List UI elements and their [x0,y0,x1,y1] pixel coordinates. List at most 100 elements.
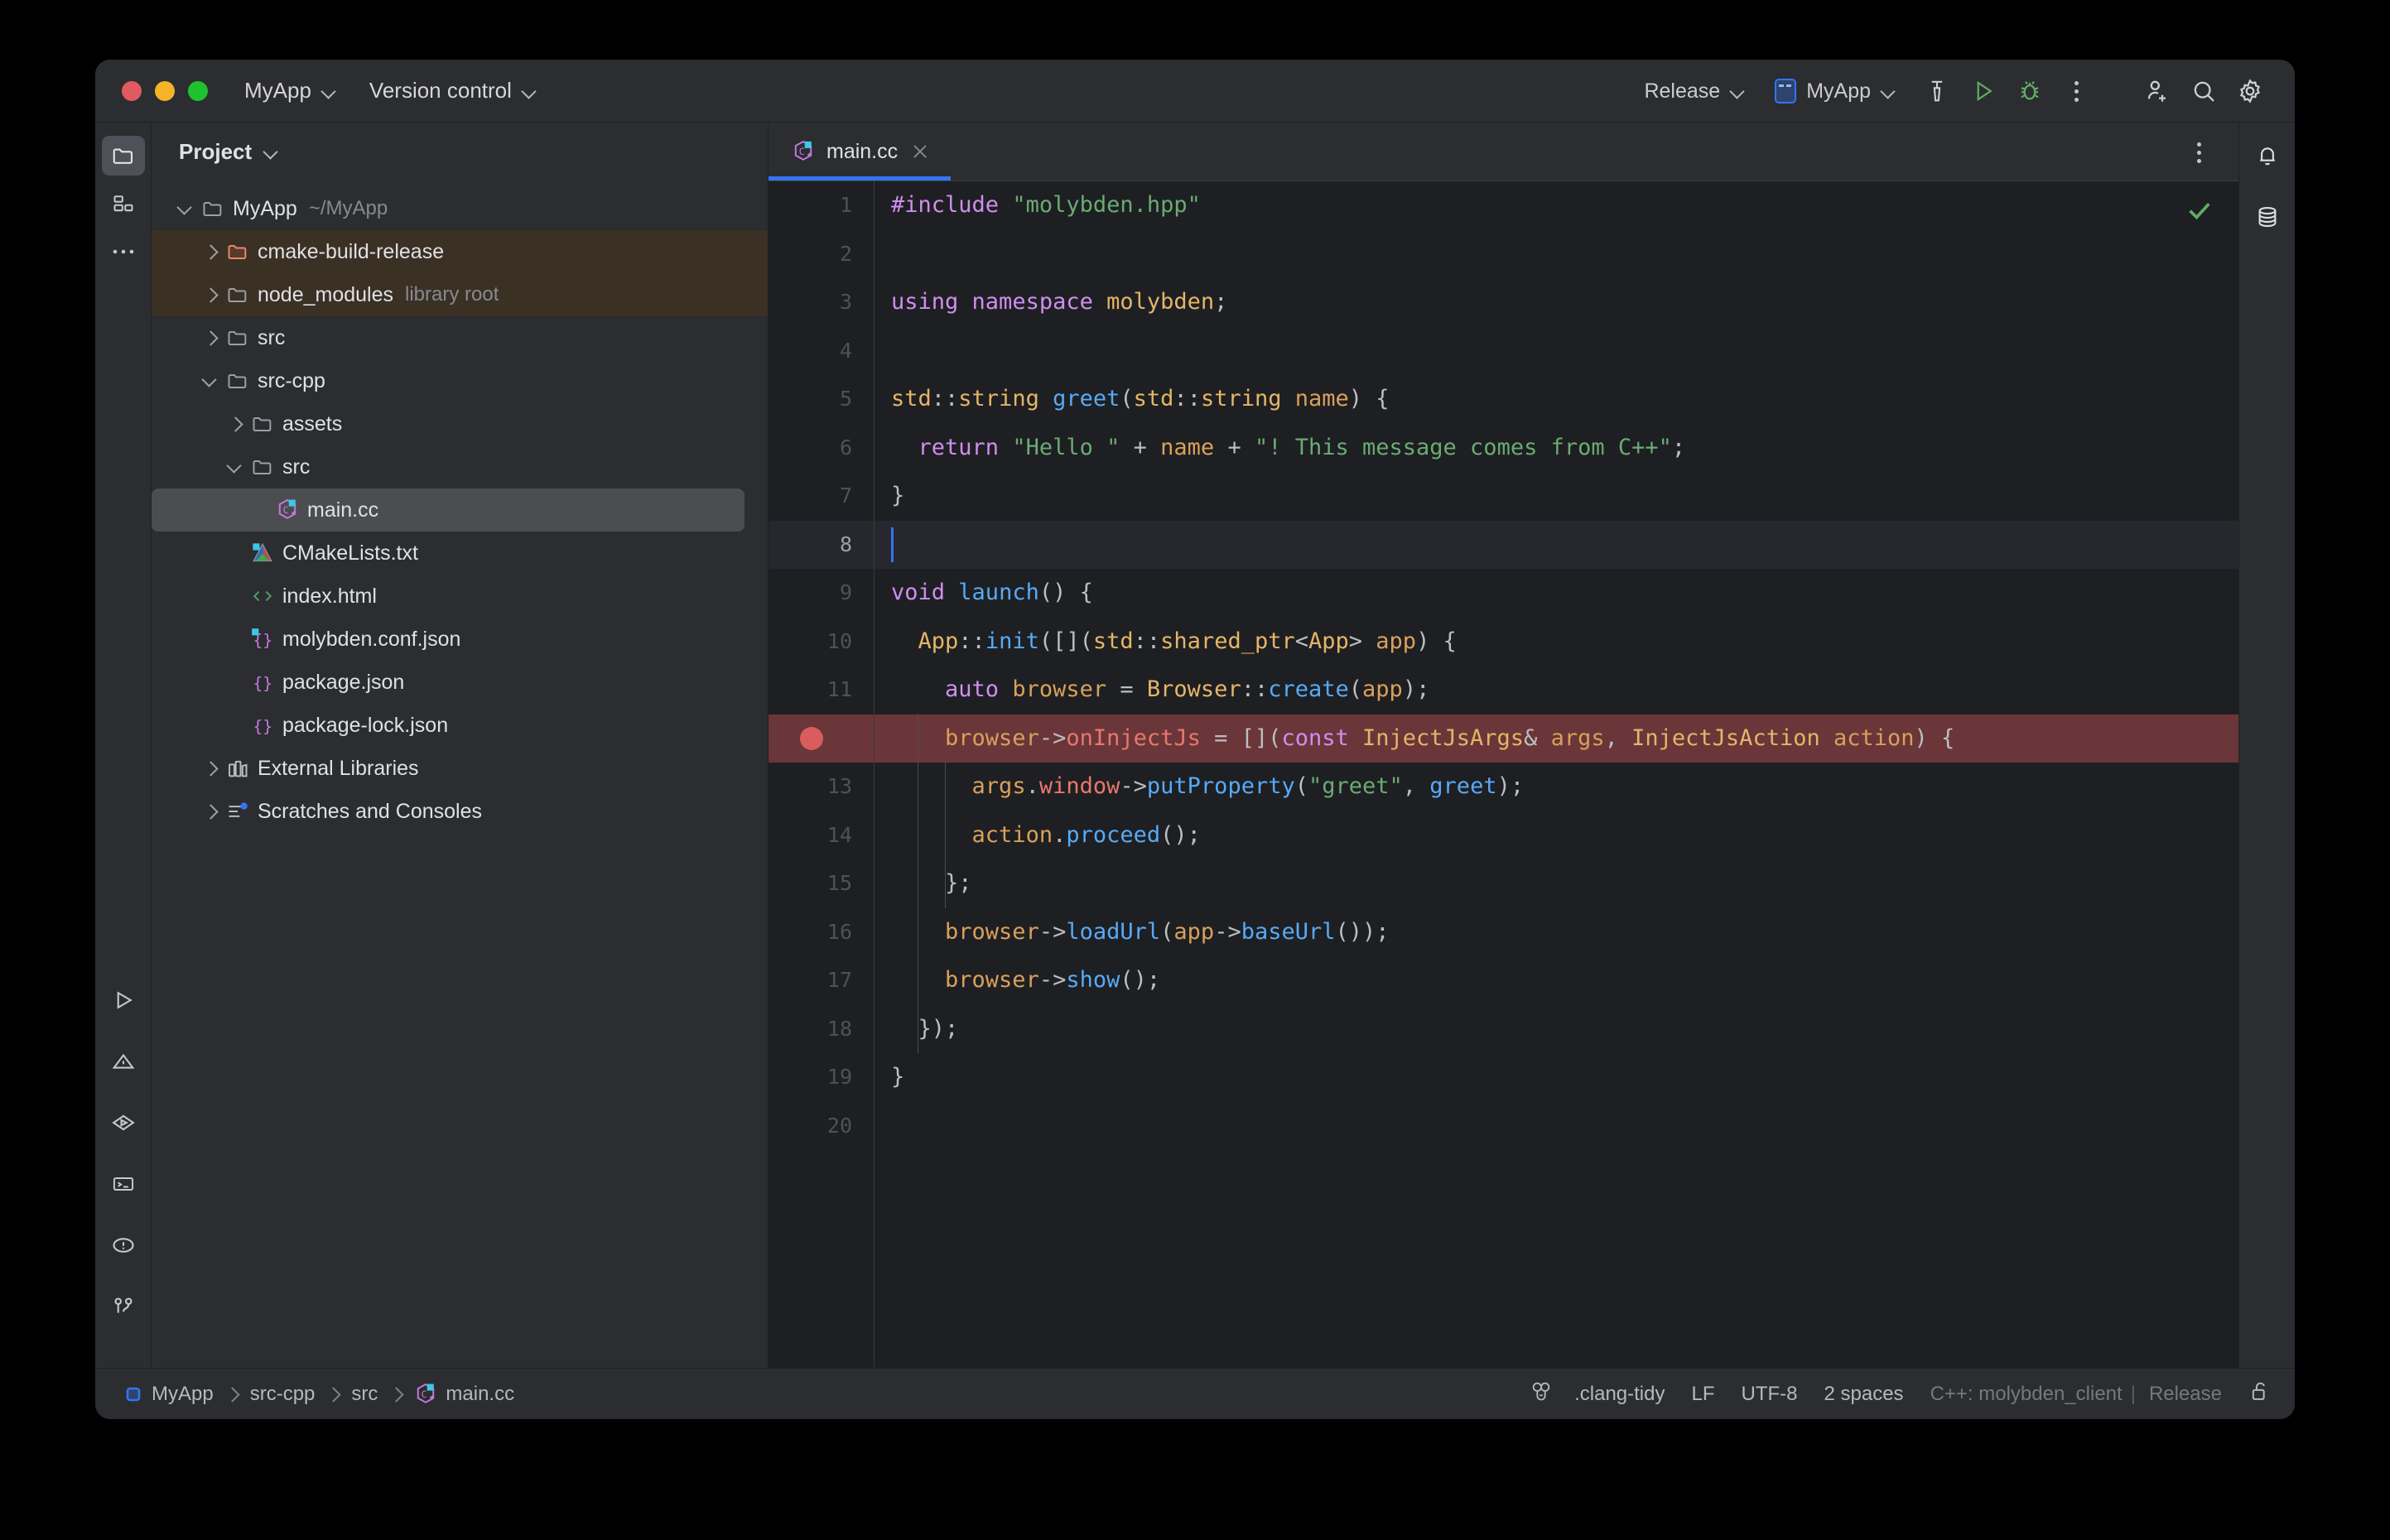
code-line[interactable] [875,520,2238,569]
tree-item-src[interactable]: src [152,316,768,359]
sidebar-item-more[interactable] [102,232,145,272]
encoding-widget[interactable]: UTF-8 [1728,1378,1811,1411]
gutter-row[interactable]: 20 [769,1102,874,1151]
close-window-button[interactable] [122,80,142,101]
sidebar-item-database[interactable] [2246,197,2289,237]
sidebar-item-run[interactable] [102,980,145,1020]
breadcrumb-item[interactable]: Cmain.cc [409,1379,519,1410]
tree-item-package-lock-json[interactable]: {} package-lock.json [152,704,768,747]
sidebar-item-terminal[interactable] [102,1164,145,1204]
gutter-row[interactable]: 18 [769,1005,874,1054]
more-actions-button[interactable] [2053,68,2099,114]
editor-text[interactable]: #include "molybden.hpp" using namespace m… [875,181,2238,1368]
gutter-row[interactable]: 5 [769,375,874,424]
chevron-right-icon[interactable] [198,282,223,307]
gutter-row[interactable]: 17 [769,956,874,1005]
chevron-right-icon[interactable] [198,325,223,350]
line-separator-widget[interactable]: LF [1678,1378,1727,1411]
code-line[interactable]: browser->loadUrl(app->baseUrl()); [875,908,2238,957]
run-button[interactable] [1960,68,2007,114]
breadcrumb-item[interactable]: src-cpp [245,1379,320,1409]
code-line[interactable]: std::string greet(std::string name) { [875,375,2238,424]
code-line[interactable]: auto browser = Browser::create(app); [875,666,2238,715]
tree-item-src-cpp[interactable]: src-cpp [152,359,768,402]
editor-options-button[interactable] [2176,129,2222,176]
build-configuration-selector[interactable]: Release [1639,75,1748,108]
chevron-down-icon[interactable] [198,368,223,393]
code-line[interactable]: #include "molybden.hpp" [875,181,2238,230]
inspection-ok-icon[interactable] [2185,196,2214,224]
chevron-down-icon[interactable] [223,455,248,479]
minimize-window-button[interactable] [155,80,175,101]
gutter-row[interactable]: 2 [769,230,874,279]
gutter-row[interactable]: 11 [769,666,874,715]
code-line[interactable] [875,1102,2238,1151]
tree-item-package-json[interactable]: {} package.json [152,661,768,704]
version-control-menu-button[interactable]: Version control [364,73,540,108]
tree-item-src[interactable]: src [152,445,768,488]
tree-item-assets[interactable]: assets [152,402,768,445]
gutter-row[interactable]: 9 [769,569,874,618]
gutter-row[interactable]: 6 [769,424,874,473]
gutter-row[interactable]: 15 [769,859,874,908]
tree-item-cmakelists-txt[interactable]: CMakeLists.txt [152,532,768,575]
tree-item-cmake-build-release[interactable]: cmake-build-release [152,230,768,273]
code-line[interactable]: args.window->putProperty("greet", greet)… [875,763,2238,811]
chevron-right-icon[interactable] [223,411,248,436]
code-line[interactable]: browser->show(); [875,956,2238,1005]
code-line[interactable]: browser->onInjectJs = [](const InjectJsA… [875,714,2238,763]
code-line[interactable]: }); [875,1005,2238,1054]
sidebar-item-notifications-panel[interactable] [2246,136,2289,176]
gutter-row[interactable]: 8 [769,520,874,569]
code-line[interactable]: action.proceed(); [875,811,2238,860]
chevron-right-icon[interactable] [198,239,223,264]
sidebar-item-project[interactable] [101,136,145,176]
run-configuration-selector[interactable]: MyApp [1770,74,1899,108]
gutter-row[interactable]: 16 [769,908,874,957]
search-button[interactable] [2180,68,2227,114]
code-line[interactable] [875,327,2238,376]
code-line[interactable]: App::init([](std::shared_ptr<App> app) { [875,618,2238,667]
chevron-right-icon[interactable] [198,799,223,824]
project-menu-button[interactable]: MyApp [239,73,340,108]
debug-button[interactable] [2007,68,2053,114]
build-button[interactable] [1914,68,1960,114]
tree-item-myapp[interactable]: MyApp ~/MyApp [152,187,768,230]
code-line[interactable]: }; [875,859,2238,908]
gutter-row[interactable]: 13 [769,763,874,811]
breakpoint-icon[interactable] [800,726,823,750]
tree-item-main-cc[interactable]: Cmain.cc [152,488,744,532]
add-user-button[interactable] [2134,68,2180,114]
breadcrumb-item[interactable]: MyApp [118,1379,219,1409]
sidebar-item-notifications[interactable] [102,1225,145,1265]
inspections-widget[interactable] [1515,1374,1561,1413]
gutter-row[interactable]: 10 [769,618,874,667]
gutter-row[interactable]: 3 [769,278,874,327]
indent-widget[interactable]: 2 spaces [1811,1378,1917,1411]
chevron-down-icon[interactable] [263,145,277,158]
chevron-down-icon[interactable] [173,196,198,221]
code-line[interactable]: using namespace molybden; [875,278,2238,327]
readonly-toggle[interactable] [2235,1374,2273,1414]
tree-item-scratches-and-consoles[interactable]: Scratches and Consoles [152,790,768,833]
gutter-row[interactable]: 19 [769,1053,874,1102]
tab-main-cc[interactable]: C main.cc [769,123,952,180]
maximize-window-button[interactable] [188,80,208,101]
config-widget[interactable]: Release [2136,1378,2235,1411]
editor-gutter[interactable]: 1 2 3 4 5 6 7 8 9 10 11 13 14 15 16 17 18 19 20 [769,181,875,1368]
gutter-row[interactable]: 4 [769,327,874,376]
sidebar-item-version-control[interactable] [102,1287,145,1326]
code-line[interactable]: } [875,1053,2238,1102]
gutter-row[interactable]: 7 [769,472,874,521]
gutter-row[interactable]: 14 [769,811,874,860]
sidebar-item-problems[interactable] [102,1042,145,1081]
code-line[interactable] [875,230,2238,279]
close-icon[interactable] [909,141,931,162]
clang-tidy-widget[interactable]: .clang-tidy [1561,1378,1678,1411]
tree-item-index-html[interactable]: index.html [152,575,768,618]
tree-item-molybden-conf-json[interactable]: {} molybden.conf.json [152,618,768,661]
breadcrumb-item[interactable]: src [346,1379,383,1409]
chevron-right-icon[interactable] [198,756,223,781]
code-editor[interactable]: 1 2 3 4 5 6 7 8 9 10 11 13 14 15 16 17 18 19 20 #include "… [769,180,2238,1368]
gutter-breakpoint-row[interactable] [769,714,874,763]
